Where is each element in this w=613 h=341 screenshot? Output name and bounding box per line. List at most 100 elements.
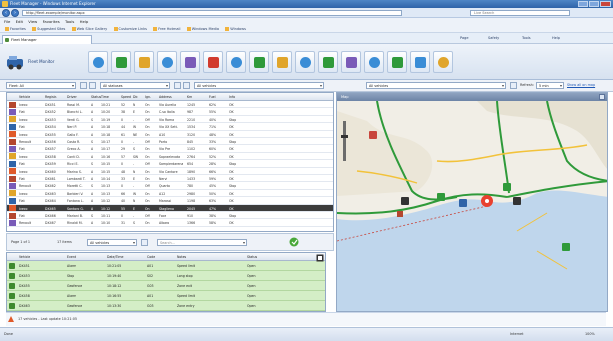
events-column-header[interactable]: Notes [177,255,186,259]
zoom-level[interactable]: 100% [585,332,595,336]
map-zoom-slider[interactable] [343,121,346,161]
events-column-header[interactable]: Status [247,255,257,259]
filter-button[interactable] [364,51,384,73]
fav-item[interactable]: Windows Media [187,25,219,33]
fleet-filter-select[interactable]: Fleet: All [6,82,76,89]
grid-column-header[interactable]: Time [101,95,109,99]
vehicle-marker[interactable] [513,197,521,205]
table-row[interactable]: Iveco DX463 Barbieri V. A 10:13 66 W On A12 2980 5… [7,190,333,198]
menu-favorites[interactable]: Favorites [43,18,60,25]
fav-item[interactable]: Favorites [5,25,26,33]
fav-item[interactable]: Suggested Sites [32,25,65,33]
grid-column-header[interactable]: Dir. [133,95,138,99]
events-column-header[interactable]: Event [67,255,76,259]
list-item[interactable]: DX458 Alarm 10:16:55 A01 Speed limit Open [7,291,325,301]
vehicle-button[interactable] [111,51,131,73]
table-row[interactable]: Iveco DX453 Verdi G. S 10:19 0 - Off Via Roma 221… [7,116,333,124]
events-column-header[interactable]: Vehicle [19,255,30,259]
url-field[interactable]: http://fleet.example/monitor.aspx [22,10,402,16]
table-row[interactable]: Renault DX462 Moretti C. S 10:13 0 - Off Quarto 7… [7,182,333,190]
fav-item[interactable]: Windows [225,25,246,33]
status-apply-icon[interactable] [174,82,181,89]
grid-column-header[interactable]: Ign. [145,95,151,99]
refresh-select[interactable]: 5 min [536,82,564,89]
export-button[interactable] [387,51,407,73]
status-filter-select[interactable]: All statuses [100,82,170,89]
map-panel[interactable]: Map [336,92,608,312]
table-row[interactable]: Fiat DX454 Neri P. A 10:18 44 W On Via XX Sett. 1… [7,123,333,131]
vehicle-marker[interactable] [401,197,409,205]
alert-marker[interactable] [481,195,493,207]
table-row[interactable]: Iveco DX458 Conti D. A 10:16 57 SW On Sopraeleva… [7,153,333,161]
print-button[interactable] [410,51,430,73]
events-column-header[interactable]: Code [147,255,155,259]
grid-column-header[interactable]: Speed [121,95,131,99]
list-item[interactable]: DX455 Geofence 10:18:12 G03 Zone exit Open [7,281,325,291]
filter-clear-icon[interactable] [89,82,96,89]
table-row[interactable]: Fiat DX459 Ricci E. S 10:15 0 - Off Sampierdaren… [7,160,333,168]
show-all-link[interactable]: Show all on map [567,83,595,87]
view-apply-icon[interactable] [141,239,148,246]
cmd-page[interactable]: Page [460,35,468,42]
maximize-button[interactable] [589,1,599,7]
vehicle-marker[interactable] [562,243,570,251]
report-button[interactable] [272,51,292,73]
vehicle-marker[interactable] [503,183,511,191]
vehicle-filter-select[interactable]: All vehicles [194,82,324,89]
minimize-button[interactable] [578,1,588,7]
events-panel-icon[interactable] [316,254,324,262]
table-row[interactable]: Renault DX456 Costa R. S 10:17 0 - Off Porto 845 3… [7,138,333,146]
grid-column-header[interactable]: Info [229,95,235,99]
menu-file[interactable]: File [4,18,10,25]
map-button[interactable] [318,51,338,73]
cmd-tools[interactable]: Tools [522,35,531,42]
grid-search-input[interactable]: Search... [157,239,247,246]
map-close-icon[interactable] [599,94,605,100]
table-row[interactable]: Iveco DX465 Santoro G. A 10:12 55 E On Staglieno… [7,204,333,212]
user-button[interactable] [180,51,200,73]
table-row[interactable]: Fiat DX466 Mariani B. S 10:11 0 - Off Foce 910 38%… [7,212,333,220]
poi-marker[interactable] [397,211,403,217]
grid-column-header[interactable]: Km [187,95,192,99]
settings-button[interactable] [341,51,361,73]
help-button[interactable] [433,51,453,73]
grid-column-header[interactable]: Address [159,95,172,99]
grid-column-header[interactable]: Registr. [45,95,57,99]
browser-search-input[interactable]: Live Search [470,10,570,16]
vehicle-marker[interactable] [437,193,445,201]
cmd-safety[interactable]: Safety [488,35,499,42]
table-row[interactable]: Fiat DX461 Lombardi T. A 10:14 33 E On Nervi 1433… [7,175,333,183]
table-row[interactable]: Iveco DX460 Marino S. A 10:15 48 N On Via Cantor… [7,168,333,175]
refresh-button[interactable] [88,51,108,73]
back-icon[interactable]: ‹ [2,9,10,17]
fav-item[interactable]: Customize Links [114,25,147,33]
view-select[interactable]: All vehicles [87,239,137,246]
menu-edit[interactable]: Edit [16,18,23,25]
grid-column-header[interactable]: Vehicle [19,95,30,99]
search-button[interactable] [226,51,246,73]
vehicle-marker[interactable] [369,131,377,139]
cmd-help[interactable]: Help [552,35,560,42]
grid-column-header[interactable]: Driver [67,95,77,99]
map-canvas[interactable] [337,101,608,312]
info-button[interactable] [157,51,177,73]
fav-item[interactable]: Web Slice Gallery [72,25,108,33]
browser-tab[interactable]: Fleet Manager [2,35,92,44]
list-item[interactable]: DX463 Geofence 10:13:30 G03 Zone entry Open [7,301,325,311]
table-row[interactable]: Fiat DX457 Greco A. A 10:17 29 S On Via Pre 1102 6… [7,145,333,153]
list-item[interactable]: DX453 Stop 10:19:40 S02 Long stop Open [7,271,325,281]
filter-apply-icon[interactable] [80,82,87,89]
events-column-header[interactable]: Date/Time [107,255,124,259]
table-row[interactable]: Fiat DX464 Fontana L. A 10:12 40 N On Marassi 119… [7,197,333,205]
grid-column-header[interactable]: Fuel [209,95,216,99]
route-button[interactable] [295,51,315,73]
close-button[interactable] [600,1,611,7]
list-item[interactable]: DX451 Alarm 10:21:05 A01 Speed limit Open [7,261,325,271]
status-clear-icon[interactable] [183,82,190,89]
map-filter-icon[interactable] [510,82,517,89]
warning-button[interactable] [134,51,154,73]
map-vehicle-select[interactable]: All vehicles [366,82,506,89]
menu-help[interactable]: Help [80,18,89,25]
table-row[interactable]: Iveco DX451 Rossi M. A 10:21 52 N On Via Aurelia… [7,101,333,109]
map-zoom-handle[interactable] [341,135,348,138]
